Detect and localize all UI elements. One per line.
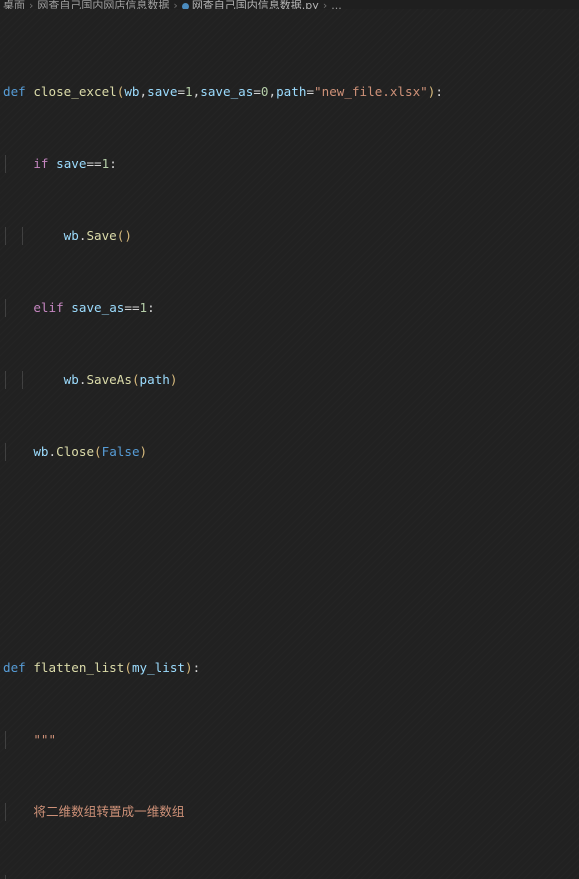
code-line[interactable]: def close_excel(wb,save=1,save_as=0,path… <box>0 83 579 101</box>
breadcrumb-segment-folder[interactable]: 网查自己国内网店信息数据 <box>37 0 169 9</box>
code-line[interactable]: wb.Close(False) <box>0 443 579 461</box>
code-line-blank[interactable] <box>0 515 579 533</box>
code-line[interactable]: """ <box>0 875 579 879</box>
code-line[interactable]: if save==1: <box>0 155 579 173</box>
breadcrumb-segment-overflow[interactable]: ... <box>331 0 342 9</box>
code-line[interactable]: 将二维数组转置成一维数组 <box>0 803 579 821</box>
vscode-editor-window: 桌面 › 网查自己国内网店信息数据 › 网查自己国内信息数据.py ›... def cl… <box>0 0 579 879</box>
code-line[interactable]: def flatten_list(my_list): <box>0 659 579 677</box>
code-line-blank[interactable] <box>0 569 579 587</box>
code-editor-surface[interactable]: def close_excel(wb,save=1,save_as=0,path… <box>0 9 579 879</box>
docstring-text: 将二维数组转置成一维数组 <box>33 804 185 819</box>
breadcrumb-separator: › <box>322 0 328 9</box>
code-line[interactable]: wb.SaveAs(path) <box>0 371 579 389</box>
breadcrumb[interactable]: 桌面 › 网查自己国内网店信息数据 › 网查自己国内信息数据.py ›... <box>0 0 579 9</box>
code-line[interactable]: elif save_as==1: <box>0 299 579 317</box>
breadcrumb-separator: › <box>173 0 178 9</box>
breadcrumb-separator: › <box>29 0 34 9</box>
breadcrumb-segment-desktop[interactable]: 桌面 <box>3 0 25 9</box>
breadcrumb-segment-file[interactable]: 网查自己国内信息数据.py <box>192 0 319 9</box>
code-lines[interactable]: def close_excel(wb,save=1,save_as=0,path… <box>0 9 579 879</box>
code-line[interactable]: """ <box>0 731 579 749</box>
code-line[interactable]: wb.Save() <box>0 227 579 245</box>
